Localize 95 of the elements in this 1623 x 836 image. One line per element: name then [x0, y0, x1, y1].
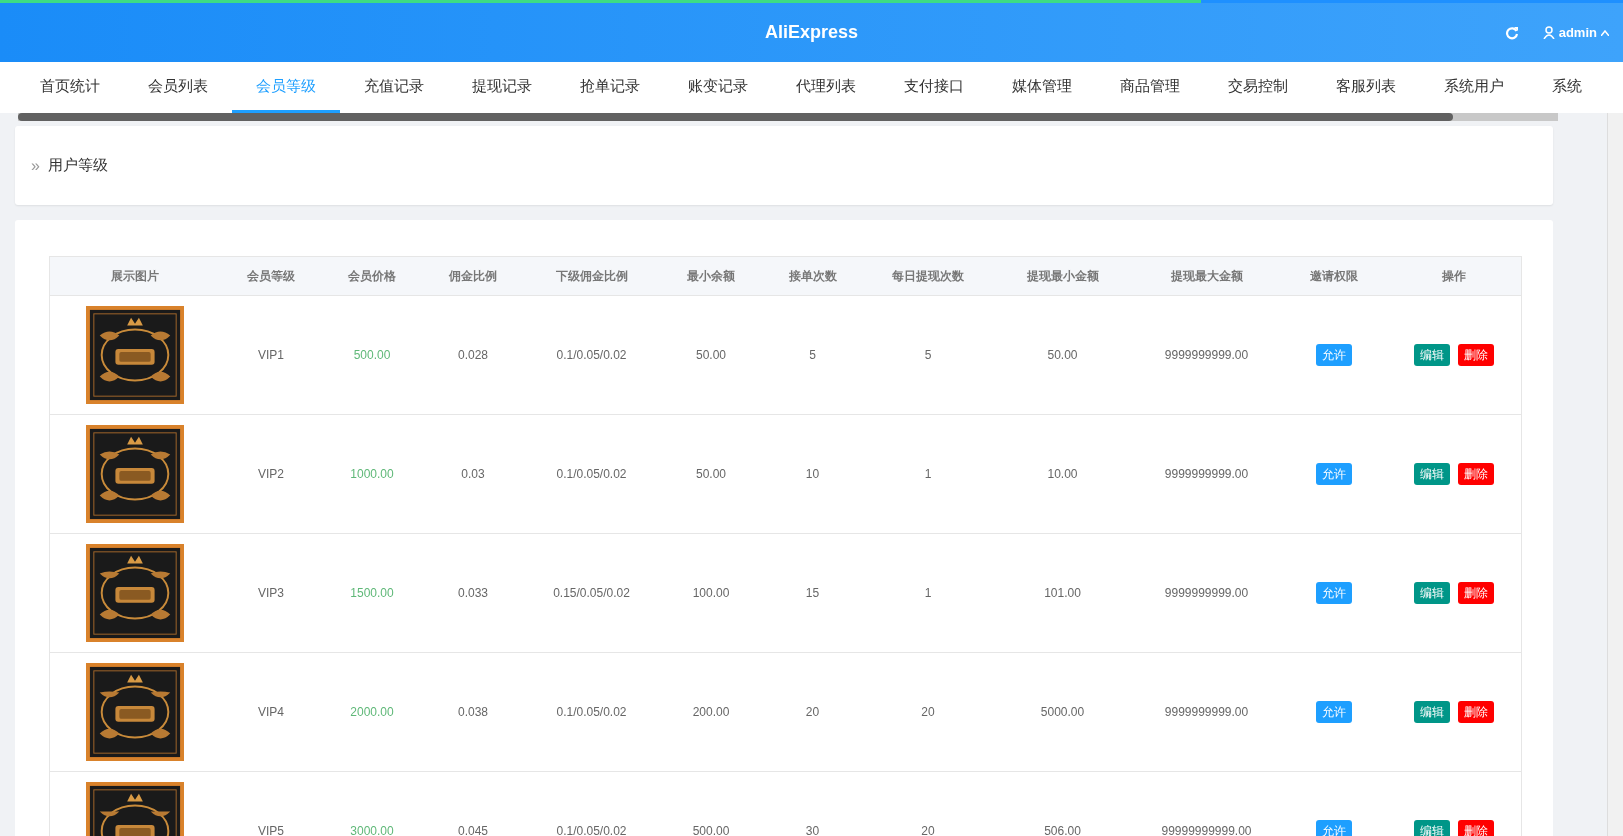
daily-withdrawals-cell: 1	[924, 467, 932, 481]
delete-button[interactable]: 删除	[1457, 820, 1494, 836]
max-withdraw-cell: 9999999999.00	[1164, 705, 1249, 719]
refresh-icon[interactable]	[1504, 25, 1519, 40]
column-header: 接单次数	[762, 256, 863, 296]
price-cell: 1000.00	[350, 467, 394, 481]
nav-tab[interactable]: 系统	[1528, 62, 1606, 113]
vertical-scrollbar[interactable]	[1607, 113, 1623, 836]
nav-tab[interactable]: 商品管理	[1096, 62, 1204, 113]
sub-commission-cell: 0.1/0.05/0.02	[556, 824, 627, 836]
nav-tab[interactable]: 会员列表	[124, 62, 232, 113]
order-count-cell: 15	[805, 586, 820, 600]
nav-tab[interactable]: 媒体管理	[988, 62, 1096, 113]
order-count-cell: 30	[805, 824, 820, 836]
daily-withdrawals-cell: 1	[924, 586, 932, 600]
max-withdraw-cell: 9999999999.00	[1164, 586, 1249, 600]
sub-commission-cell: 0.1/0.05/0.02	[556, 705, 627, 719]
app-title: AliExpress	[764, 21, 859, 44]
column-header: 佣金比例	[422, 256, 524, 296]
price-cell: 1500.00	[350, 586, 394, 600]
nav-tab[interactable]: 支付接口	[880, 62, 988, 113]
edit-button[interactable]: 编辑	[1413, 344, 1450, 366]
delete-button[interactable]: 删除	[1457, 344, 1494, 366]
order-count-cell: 20	[805, 705, 820, 719]
min-withdraw-cell: 506.00	[1044, 824, 1081, 836]
daily-withdrawals-cell: 20	[921, 705, 935, 719]
delete-button[interactable]: 删除	[1457, 582, 1494, 604]
commission-cell: 0.038	[458, 705, 488, 719]
user-icon[interactable]	[1542, 26, 1555, 39]
min-balance-cell: 500.00	[692, 824, 730, 836]
column-header: 提现最大金额	[1131, 256, 1282, 296]
price-cell: 3000.00	[350, 824, 394, 836]
sub-commission-cell: 0.1/0.05/0.02	[556, 348, 627, 362]
commission-cell: 0.033	[458, 586, 488, 600]
nav-tab[interactable]: 代理列表	[772, 62, 880, 113]
breadcrumb-title: 用户等级	[47, 155, 108, 176]
commission-cell: 0.028	[458, 348, 488, 362]
max-withdraw-cell: 9999999999.00	[1164, 467, 1249, 481]
permission-badge[interactable]: 允许	[1316, 701, 1352, 723]
order-count-cell: 10	[805, 467, 820, 481]
permission-badge[interactable]: 允许	[1316, 582, 1352, 604]
daily-withdrawals-cell: 5	[924, 348, 932, 362]
edit-button[interactable]: 编辑	[1413, 701, 1450, 723]
column-header: 下级佣金比例	[523, 256, 660, 296]
min-withdraw-cell: 101.00	[1044, 586, 1081, 600]
level-cell: VIP5	[258, 824, 284, 836]
min-balance-cell: 200.00	[692, 705, 730, 719]
price-cell: 2000.00	[350, 705, 394, 719]
edit-button[interactable]: 编辑	[1413, 820, 1450, 836]
level-cell: VIP4	[258, 705, 284, 719]
min-withdraw-cell: 50.00	[1047, 348, 1078, 362]
column-header: 操作	[1386, 256, 1522, 296]
min-balance-cell: 50.00	[696, 467, 726, 481]
commission-cell: 0.045	[458, 824, 488, 836]
sub-commission-cell: 0.1/0.05/0.02	[556, 467, 627, 481]
nav-tab[interactable]: 提现记录	[448, 62, 556, 113]
price-cell: 500.00	[353, 348, 391, 362]
nav-tab[interactable]: 客服列表	[1312, 62, 1420, 113]
nav-tab[interactable]: 充值记录	[340, 62, 448, 113]
column-header: 会员等级	[220, 256, 322, 296]
permission-badge[interactable]: 允许	[1316, 463, 1352, 485]
delete-button[interactable]: 删除	[1457, 463, 1494, 485]
nav-tab[interactable]: 抢单记录	[556, 62, 664, 113]
max-withdraw-cell: 9999999999.00	[1164, 348, 1249, 362]
breadcrumb-separator: »	[31, 155, 40, 176]
user-name[interactable]: admin	[1558, 22, 1597, 43]
max-withdraw-cell: 99999999999.00	[1161, 824, 1252, 836]
column-header: 最小余额	[659, 256, 763, 296]
nav-tab[interactable]: 首页统计	[16, 62, 124, 113]
edit-button[interactable]: 编辑	[1413, 582, 1450, 604]
level-cell: VIP2	[258, 467, 284, 481]
min-withdraw-cell: 10.00	[1047, 467, 1078, 481]
column-header: 邀请权限	[1281, 256, 1387, 296]
nav-tab[interactable]: 账变记录	[664, 62, 772, 113]
nav-tab[interactable]: 交易控制	[1204, 62, 1312, 113]
min-balance-cell: 50.00	[696, 348, 726, 362]
sub-commission-cell: 0.15/0.05/0.02	[553, 586, 630, 600]
nav-tab[interactable]: 系统用户	[1420, 62, 1528, 113]
column-header: 展示图片	[49, 256, 221, 296]
column-header: 会员价格	[321, 256, 423, 296]
level-cell: VIP3	[258, 586, 284, 600]
order-count-cell: 5	[809, 348, 816, 362]
permission-badge[interactable]: 允许	[1316, 820, 1352, 836]
min-balance-cell: 100.00	[692, 586, 730, 600]
permission-badge[interactable]: 允许	[1316, 344, 1352, 366]
daily-withdrawals-cell: 20	[921, 824, 935, 836]
commission-cell: 0.03	[461, 467, 485, 481]
column-header: 每日提现次数	[862, 256, 994, 296]
caret-icon[interactable]	[1601, 29, 1609, 36]
min-withdraw-cell: 5000.00	[1040, 705, 1085, 719]
level-cell: VIP1	[258, 348, 284, 362]
horizontal-scrollbar[interactable]	[18, 113, 1558, 121]
edit-button[interactable]: 编辑	[1413, 463, 1450, 485]
delete-button[interactable]: 删除	[1457, 701, 1494, 723]
column-header: 提现最小金额	[993, 256, 1132, 296]
